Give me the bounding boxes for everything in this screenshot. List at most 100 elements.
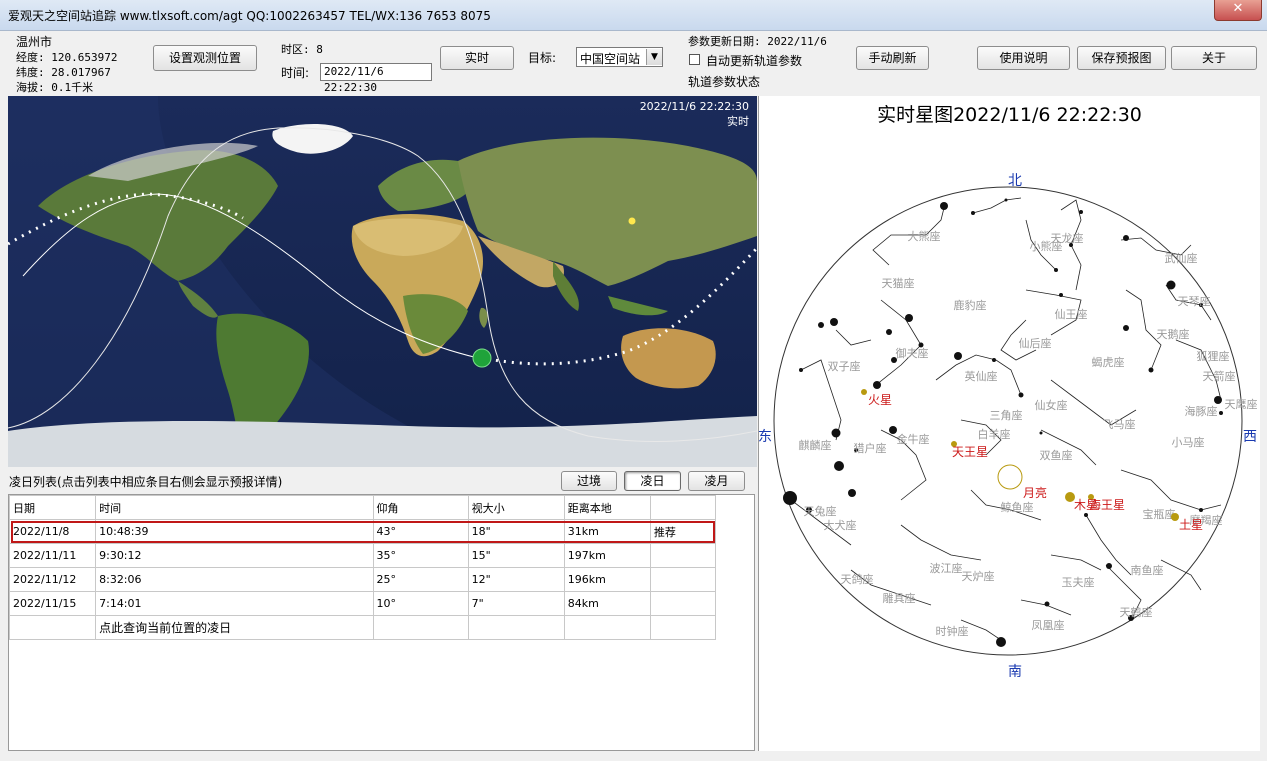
auto-update-checkbox[interactable] [689,54,700,65]
planet-marker [861,389,867,395]
close-button[interactable]: ✕ [1214,0,1262,21]
world-map[interactable]: 2022/11/6 22:22:30 实时 [8,96,757,467]
cell-date: 2022/11/12 [8,567,97,592]
direction-east: 东 [758,429,772,445]
constellation-label: 天鹰座 [1225,397,1258,411]
map-mode: 实时 [727,115,749,128]
constellation-label: 雕具座 [883,591,916,605]
cell-size: 18" [467,519,565,544]
cell-distance: 84km [563,591,651,616]
constellation-label: 天鹅座 [1157,327,1190,341]
constellation-label: 白羊座 [978,427,1011,441]
save-forecast-button[interactable]: 保存预报图 [1077,46,1166,70]
constellation-label: 双子座 [828,359,861,373]
table-header-row: 日期 时间 仰角 视大小 距离本地 [8,495,717,520]
param-date-label: 参数更新日期: 2022/11/6 [688,35,827,48]
header-extra [649,495,717,520]
manual-refresh-button[interactable]: 手动刷新 [856,46,929,70]
constellation-label: 大熊座 [908,229,941,243]
cell-size: 7" [467,591,565,616]
constellation-label: 宝瓶座 [1143,507,1176,521]
constellation-label: 双鱼座 [1040,448,1073,462]
header-distance: 距离本地 [563,495,651,520]
constellation-label: 蝎虎座 [1092,355,1125,369]
timezone-label: 时区: 8 [281,43,323,56]
city-label: 温州市 [16,35,53,49]
title-bar[interactable]: 爱观天之空间站追踪 www.tlxsoft.com/agt QQ:1002263… [0,0,1267,31]
cell-elevation [372,615,469,640]
header-apparent-size: 视大小 [467,495,565,520]
tab-solar-transit[interactable]: 凌日 [624,471,681,491]
constellation-label: 天鹤座 [1120,605,1153,619]
status-strip [0,752,1267,761]
star-chart: 大熊座 天龙座小熊座武仙座天猫座仙王座天琴座鹿豹座天鹅座仙后座御夫座蝎虎座双子座狐… [773,186,1258,656]
cell-recommend [649,543,717,568]
constellation-label: 南鱼座 [1131,563,1164,577]
cell-distance [563,615,651,640]
cell-recommend: 推荐 [649,519,717,544]
header-time: 时间 [95,495,374,520]
tab-pass[interactable]: 过境 [561,471,617,491]
orbit-status-label: 轨道参数状态 [688,75,761,89]
cell-distance: 31km [563,519,651,544]
star-chart-panel[interactable]: 实时星图2022/11/6 22:22:30 大熊座 天龙座 小熊座 武仙座 天… [758,96,1260,751]
window-title: 爱观天之空间站追踪 www.tlxsoft.com/agt QQ:1002263… [8,9,491,23]
auto-update-label: 自动更新轨道参数 [706,54,803,68]
planet-label: 海王星 [1089,497,1125,512]
table-row[interactable]: 2022/11/12 8:32:06 25° 12" 196km [8,567,717,592]
planet-label: 天王星 [952,445,988,459]
direction-west: 西 [1243,429,1257,445]
cell-elevation: 43° [372,519,469,544]
tab-lunar-transit[interactable]: 凌月 [688,471,745,491]
about-button[interactable]: 关于 [1171,46,1257,70]
direction-north: 北 [1008,173,1022,189]
world-map-graphic [8,96,757,467]
constellation-label: 三角座 [990,408,1023,422]
realtime-button[interactable]: 实时 [440,46,514,70]
constellation-label: 波江座 [930,561,963,575]
cell-time: 7:14:01 [95,591,374,616]
constellation-label: 仙后座 [1019,336,1052,350]
target-select-value: 中国空间站 [580,52,641,66]
table-row[interactable]: 2022/11/11 9:30:12 35° 15" 197km [8,543,717,568]
latitude-label: 纬度: 28.017967 [16,66,111,79]
table-row[interactable]: 2022/11/15 7:14:01 10° 7" 84km [8,591,717,616]
chevron-down-icon[interactable]: ▼ [646,49,662,65]
target-select[interactable]: 中国空间站 ▼ [576,47,663,67]
time-label: 时间: [281,66,310,80]
time-input[interactable]: 2022/11/6 22:22:30 [320,63,432,94]
constellation-label: 小马座 [1172,435,1205,449]
table-row[interactable]: 2022/11/8 10:48:39 43° 18" 31km 推荐 [8,519,717,544]
cell-elevation: 35° [372,543,469,568]
constellation-label: 天鸽座 [841,572,874,586]
constellation-label: 大犬座 [824,518,857,532]
planet-marker [1171,513,1179,521]
cell-recommend [649,567,717,592]
table-row-query[interactable]: 点此查询当前位置的凌日 [8,615,717,640]
constellation-label: 仙女座 [1035,398,1068,412]
constellation-label: 英仙座 [965,369,998,383]
direction-south: 南 [1008,664,1022,680]
manual-button[interactable]: 使用说明 [977,46,1070,70]
constellation-label: 凤凰座 [1032,618,1065,632]
constellation-label: 御夫座 [896,346,929,360]
constellation-label: 天猫座 [882,276,915,290]
cell-time: 8:32:06 [95,567,374,592]
planet-label: 火星 [868,393,892,407]
planet-label: 月亮 [1023,485,1047,500]
cell-date [8,615,97,640]
cell-time: 9:30:12 [95,543,374,568]
query-transit-link[interactable]: 点此查询当前位置的凌日 [95,615,374,640]
altitude-label: 海拔: 0.1千米 [16,81,94,94]
set-location-button[interactable]: 设置观测位置 [153,45,257,71]
constellation-label: 天炉座 [962,569,995,583]
transit-table: 日期 时间 仰角 视大小 距离本地 2022/11/8 10:48:39 43°… [8,494,755,751]
cell-size: 15" [467,543,565,568]
constellation-label: 猎户座 [854,441,887,455]
cell-recommend [649,615,717,640]
constellation-label: 飞马座 [1103,417,1136,431]
cell-distance: 197km [563,543,651,568]
cell-distance: 196km [563,567,651,592]
target-label: 目标: [528,51,557,65]
cell-elevation: 25° [372,567,469,592]
